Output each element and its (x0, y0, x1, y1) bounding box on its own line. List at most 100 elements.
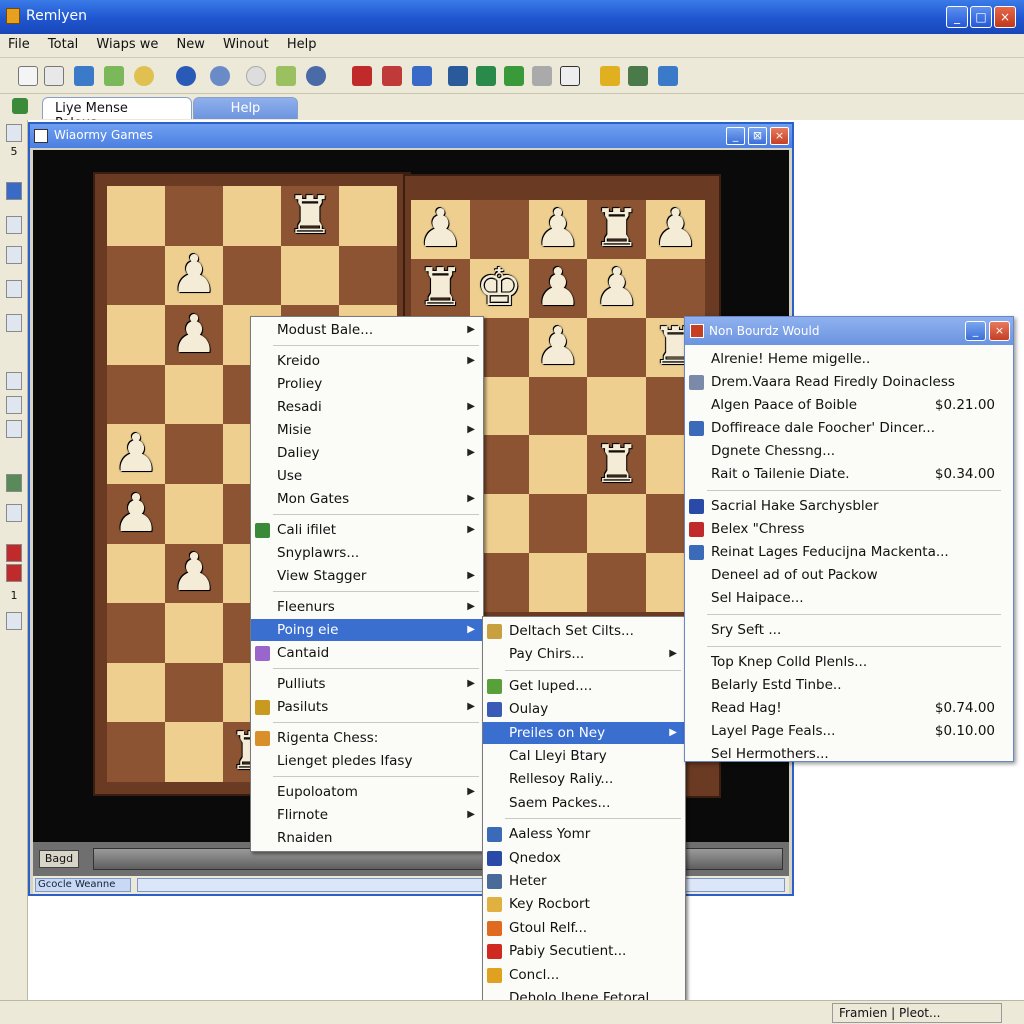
menu-item[interactable]: Mon Gates ▶ (251, 488, 483, 510)
board-square[interactable] (223, 245, 281, 306)
chess-piece[interactable]: ♜ (593, 439, 640, 491)
chess-piece[interactable]: ♟ (652, 203, 699, 255)
board-square[interactable] (107, 186, 165, 246)
tool-icon-k[interactable] (6, 544, 22, 562)
chess-piece[interactable]: ♟ (171, 309, 218, 361)
nb-list-item[interactable]: Dgnete Chessng... (685, 440, 1013, 462)
tool-icon-m[interactable] (6, 612, 22, 630)
board-square[interactable]: ♟ (165, 245, 223, 306)
nb-list-item[interactable]: Sel Haipace... (685, 587, 1013, 609)
globe-icon[interactable] (176, 66, 196, 86)
menu-item[interactable]: Preiles on Ney ▶ (483, 721, 685, 744)
collapse-icon[interactable] (6, 182, 22, 200)
menu-item[interactable]: Pay Chirs... ▶ (483, 643, 685, 665)
refresh-icon[interactable] (134, 66, 154, 86)
network-icon[interactable] (658, 66, 678, 86)
tool-icon-h[interactable] (6, 420, 22, 438)
save-icon[interactable] (74, 66, 94, 86)
nb-list-item[interactable]: Layel Page Feals... $0.10.00 (685, 720, 1013, 742)
nb-list-item[interactable]: Algen Paace of Boible $0.21.00 (685, 394, 1013, 416)
menu-item[interactable]: Resadi ▶ (251, 396, 483, 418)
game-window-titlebar[interactable]: Wiaormy Games _ ⊠ × (30, 124, 792, 148)
menu-item[interactable]: Key Rocbort (483, 893, 685, 915)
menu-item[interactable]: Rigenta Chess: (251, 727, 483, 749)
menu-item[interactable]: Modust Bale... ▶ (251, 319, 483, 341)
menu-item[interactable]: Poing eie ▶ (251, 619, 483, 641)
board-square[interactable]: ♟ (165, 305, 223, 365)
menu-item[interactable]: Daliey ▶ (251, 442, 483, 464)
board-square[interactable] (107, 364, 165, 425)
menu-item[interactable]: Get luped.... (483, 675, 685, 697)
menu-help[interactable]: Help (279, 34, 323, 52)
copy-doc-icon[interactable] (44, 66, 64, 86)
menu-item[interactable]: Aaless Yomr (483, 823, 685, 845)
board-square[interactable] (587, 317, 647, 377)
menu-item[interactable]: Lienget pledes Ifasy (251, 750, 483, 772)
board-square[interactable] (339, 245, 397, 306)
nb-list-item[interactable]: Sry Seft ... (685, 619, 1013, 641)
tool-icon-e[interactable] (6, 314, 22, 332)
tool-icon-c[interactable] (6, 246, 22, 264)
card-icon[interactable] (476, 66, 496, 86)
stamp-icon[interactable] (448, 66, 468, 86)
close-button[interactable]: × (994, 6, 1016, 28)
board-square[interactable] (587, 376, 647, 436)
board-square[interactable] (165, 603, 223, 663)
chess-piece[interactable]: ♚ (476, 262, 523, 314)
menu-total[interactable]: Total (40, 34, 84, 52)
nb-close-button[interactable]: × (989, 321, 1010, 341)
nb-list-item[interactable]: Top Knep Colld Plenls... (685, 651, 1013, 673)
search-icon[interactable] (210, 66, 230, 86)
chess-piece[interactable]: ♜ (417, 262, 464, 314)
board-square[interactable]: ♚ (469, 258, 529, 318)
nb-list-item[interactable]: Reinat Lages Feducijna Mackenta... (685, 541, 1013, 563)
board-square[interactable]: ♟ (528, 317, 588, 377)
board-square[interactable] (587, 494, 647, 554)
board-square[interactable] (107, 662, 165, 723)
menu-item[interactable]: Rnaiden (251, 827, 483, 849)
game-minimize-button[interactable]: _ (726, 127, 745, 145)
board-square[interactable] (107, 245, 165, 306)
brush-icon[interactable] (532, 66, 552, 86)
menu-file[interactable]: File (0, 34, 36, 52)
board-square[interactable] (165, 424, 223, 484)
board-square[interactable]: ♜ (587, 435, 647, 495)
menu-item[interactable]: Eupoloatom ▶ (251, 781, 483, 803)
board-square[interactable]: ♟ (107, 483, 165, 544)
menu-item[interactable]: Saem Packes... (483, 792, 685, 814)
board-square[interactable]: ♟ (528, 258, 588, 318)
nb-list-item[interactable]: Belarly Estd Tinbe.. (685, 674, 1013, 696)
new-doc-icon[interactable] (18, 66, 38, 86)
chess-piece[interactable]: ♟ (535, 321, 582, 373)
menu-item[interactable]: Gtoul Relf... (483, 917, 685, 939)
chess-piece[interactable]: ♟ (535, 262, 582, 314)
board-square[interactable] (469, 200, 529, 259)
nb-minimize-button[interactable]: _ (965, 321, 986, 341)
menu-item[interactable]: Cal Lleyi Btary (483, 745, 685, 767)
menu-item[interactable]: Snyplawrs... (251, 542, 483, 564)
board-square[interactable] (165, 483, 223, 544)
game-maximize-button[interactable]: ⊠ (748, 127, 767, 145)
menu-item[interactable]: Fleenurs ▶ (251, 596, 483, 618)
nb-list-item[interactable]: Sacrial Hake Sarchysbler (685, 495, 1013, 517)
menu-item[interactable]: Pabiy Secutient... (483, 940, 685, 962)
board-square[interactable]: ♟ (107, 424, 165, 484)
minimize-button[interactable]: _ (946, 6, 968, 28)
document-icon[interactable] (560, 66, 580, 86)
board-square[interactable] (587, 553, 647, 612)
board-square[interactable]: ♟ (165, 543, 223, 604)
nb-list-item[interactable]: Sel Hermothers... (685, 743, 1013, 765)
menu-item[interactable]: Misie ▶ (251, 419, 483, 441)
board-square[interactable]: ♟ (528, 200, 588, 259)
tool-icon-g[interactable] (6, 396, 22, 414)
menu-new[interactable]: New (169, 34, 211, 52)
chart-icon[interactable] (504, 66, 524, 86)
chess-piece[interactable]: ♜ (593, 203, 640, 255)
menu-winout[interactable]: Winout (215, 34, 275, 52)
chess-piece[interactable]: ♟ (417, 203, 464, 255)
board-square[interactable] (528, 553, 588, 612)
tool-icon-l[interactable] (6, 564, 22, 582)
tool-icon-j[interactable] (6, 504, 22, 522)
nb-list-item[interactable]: Drem.Vaara Read Firedly Doinacless (685, 371, 1013, 393)
menu-item[interactable]: Cali ifilet ▶ (251, 519, 483, 541)
